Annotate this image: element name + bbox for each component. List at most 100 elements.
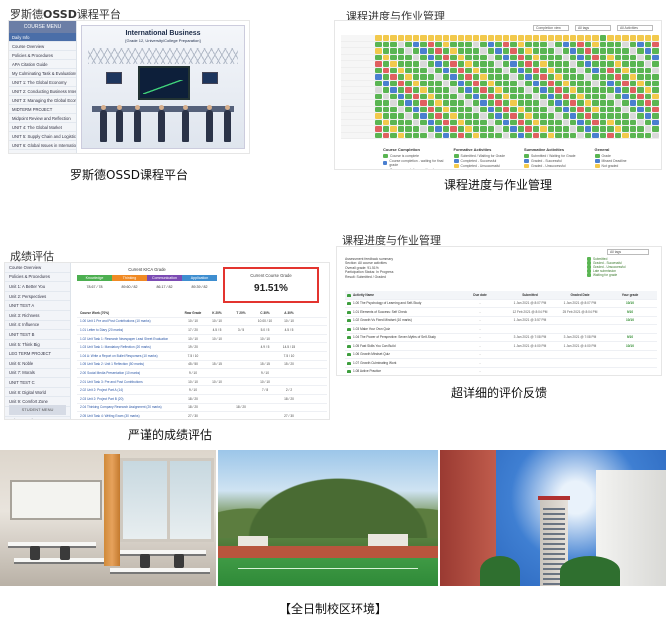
status-cell[interactable] — [450, 54, 457, 60]
activity-link[interactable]: 1.02 Growth Vs Fixed Mindset (10 marks) — [345, 318, 455, 323]
status-cell[interactable] — [562, 87, 569, 93]
status-cell[interactable] — [480, 119, 487, 125]
status-cell[interactable] — [607, 126, 614, 132]
status-cell[interactable] — [487, 54, 495, 60]
status-cell[interactable] — [532, 113, 540, 119]
status-cell[interactable] — [592, 93, 599, 99]
status-cell[interactable] — [487, 106, 495, 112]
status-cell[interactable] — [599, 93, 607, 99]
status-cell[interactable] — [562, 54, 569, 60]
status-cell[interactable] — [555, 48, 562, 54]
status-cell[interactable] — [480, 132, 487, 138]
sidebar-item[interactable]: Unit 4: Influence — [5, 321, 70, 331]
status-cell[interactable] — [592, 35, 599, 41]
status-cell[interactable] — [487, 126, 495, 132]
status-cell[interactable] — [435, 80, 442, 86]
status-cell[interactable] — [495, 41, 502, 47]
status-cell[interactable] — [405, 74, 412, 80]
status-cell[interactable] — [495, 61, 502, 67]
status-cell[interactable] — [555, 93, 562, 99]
status-cell[interactable] — [450, 74, 457, 80]
status-cell[interactable] — [412, 67, 420, 73]
status-cell[interactable] — [637, 119, 644, 125]
status-cell[interactable] — [540, 93, 547, 99]
status-cell[interactable] — [472, 80, 480, 86]
status-cell[interactable] — [472, 48, 480, 54]
status-cell[interactable] — [382, 67, 390, 73]
status-cell[interactable] — [540, 126, 547, 132]
status-cell[interactable] — [472, 67, 480, 73]
status-cell[interactable] — [435, 126, 442, 132]
activity-link[interactable]: 1.00 The Psychology of Learning and Self… — [345, 301, 455, 306]
status-cell[interactable] — [405, 54, 412, 60]
status-cell[interactable] — [599, 132, 607, 138]
status-cell[interactable] — [502, 87, 510, 93]
status-cell[interactable] — [465, 100, 472, 106]
sidebar-item[interactable]: Unit 2: Perspectives — [5, 292, 70, 302]
status-cell[interactable] — [375, 119, 382, 125]
status-cell[interactable] — [562, 106, 569, 112]
status-cell[interactable] — [435, 74, 442, 80]
status-cell[interactable] — [435, 100, 442, 106]
status-cell[interactable] — [450, 113, 457, 119]
status-cell[interactable] — [412, 48, 420, 54]
status-cell[interactable] — [584, 54, 592, 60]
status-cell[interactable] — [547, 93, 555, 99]
status-cell[interactable] — [487, 119, 495, 125]
status-cell[interactable] — [397, 80, 405, 86]
status-cell[interactable] — [584, 48, 592, 54]
status-cell[interactable] — [652, 87, 659, 93]
status-cell[interactable] — [652, 74, 659, 80]
status-cell[interactable] — [472, 87, 480, 93]
status-cell[interactable] — [390, 61, 397, 67]
status-cell[interactable] — [592, 48, 599, 54]
status-cell[interactable] — [495, 106, 502, 112]
status-cell[interactable] — [607, 74, 614, 80]
status-cell[interactable] — [382, 119, 390, 125]
status-cell[interactable] — [427, 119, 435, 125]
status-cell[interactable] — [450, 100, 457, 106]
status-cell[interactable] — [525, 93, 532, 99]
status-cell[interactable] — [532, 41, 540, 47]
status-cell[interactable] — [427, 93, 435, 99]
status-cell[interactable] — [442, 126, 450, 132]
status-cell[interactable] — [480, 67, 487, 73]
status-cell[interactable] — [629, 48, 637, 54]
status-cell[interactable] — [495, 35, 502, 41]
status-cell[interactable] — [442, 119, 450, 125]
status-cell[interactable] — [540, 132, 547, 138]
status-cell[interactable] — [420, 67, 427, 73]
status-cell[interactable] — [502, 35, 510, 41]
status-cell[interactable] — [435, 48, 442, 54]
status-cell[interactable] — [629, 67, 637, 73]
status-cell[interactable] — [517, 100, 525, 106]
status-cell[interactable] — [614, 93, 622, 99]
status-cell[interactable] — [652, 113, 659, 119]
status-cell[interactable] — [487, 48, 495, 54]
status-cell[interactable] — [644, 48, 652, 54]
status-cell[interactable] — [382, 61, 390, 67]
status-cell[interactable] — [510, 35, 517, 41]
status-cell[interactable] — [397, 132, 405, 138]
status-cell[interactable] — [592, 119, 599, 125]
status-cell[interactable] — [390, 67, 397, 73]
status-cell[interactable] — [472, 119, 480, 125]
status-cell[interactable] — [614, 74, 622, 80]
status-cell[interactable] — [510, 100, 517, 106]
status-cell[interactable] — [652, 80, 659, 86]
status-cell[interactable] — [569, 54, 577, 60]
status-cell[interactable] — [480, 100, 487, 106]
status-cell[interactable] — [629, 106, 637, 112]
status-cell[interactable] — [442, 74, 450, 80]
assignment-link[interactable]: 2.01 Unit Task 3: Pre and Post Contribut… — [77, 380, 181, 384]
status-cell[interactable] — [652, 132, 659, 138]
status-cell[interactable] — [412, 41, 420, 47]
status-cell[interactable] — [592, 106, 599, 112]
status-cell[interactable] — [607, 48, 614, 54]
status-cell[interactable] — [375, 61, 382, 67]
status-cell[interactable] — [599, 87, 607, 93]
status-cell[interactable] — [480, 80, 487, 86]
status-cell[interactable] — [487, 80, 495, 86]
status-cell[interactable] — [510, 80, 517, 86]
status-cell[interactable] — [457, 61, 465, 67]
